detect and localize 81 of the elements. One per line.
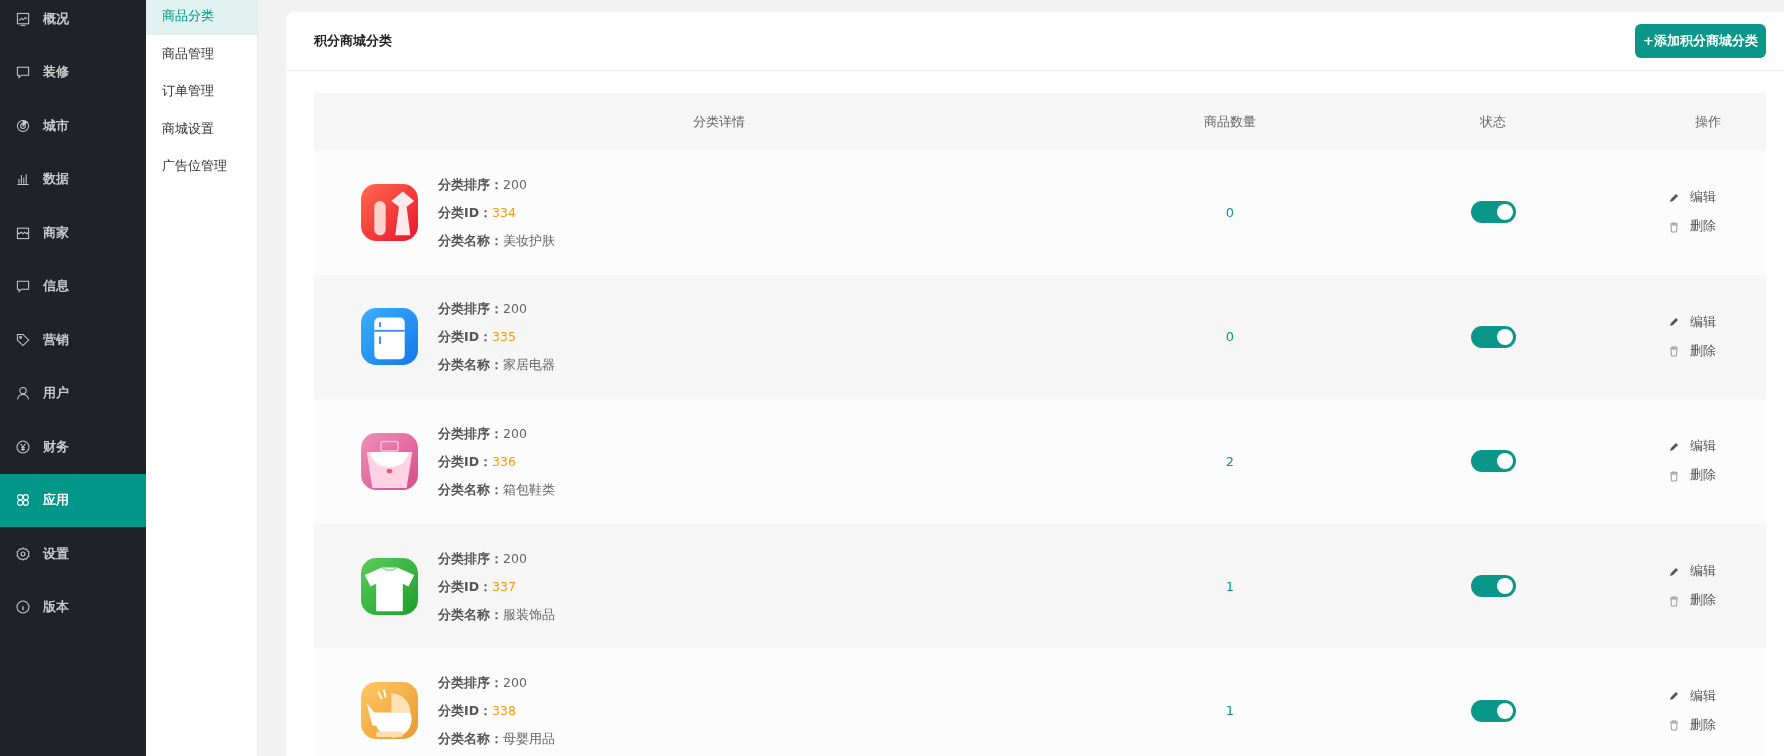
sort-order-text: 分类排序：200 (438, 549, 528, 567)
sidebar-item[interactable]: 用户 (0, 366, 146, 420)
sidebar-item[interactable]: 概况 (0, 0, 146, 46)
pencil-icon (1668, 191, 1680, 204)
pencil-icon (1668, 565, 1680, 578)
category-id-text: 分类ID：338 (438, 702, 517, 720)
category-name-text: 分类名称：服装饰品 (438, 605, 555, 623)
delete-link[interactable]: 删除 (1668, 716, 1716, 734)
sidebar-item[interactable]: 数据 (0, 152, 146, 206)
product-count: 1 (1225, 578, 1235, 594)
delete-link[interactable]: 删除 (1668, 342, 1716, 360)
product-count: 0 (1225, 329, 1235, 345)
sidebar-item[interactable]: 装修 (0, 45, 146, 99)
user-icon (15, 385, 31, 402)
column-header: 操作 (1694, 112, 1722, 131)
category-name-text: 分类名称：家居电器 (438, 356, 555, 374)
sort-order-text: 分类排序：200 (438, 175, 528, 193)
trash-icon (1668, 345, 1680, 358)
category-id-text: 分类ID：337 (438, 577, 517, 595)
edit-link[interactable]: 编辑 (1668, 313, 1716, 331)
column-header: 分类详情 (692, 112, 746, 131)
sidebar-item[interactable]: 营销 (0, 313, 146, 367)
delete-link[interactable]: 删除 (1668, 467, 1716, 485)
sort-order-text: 分类排序：200 (438, 425, 528, 442)
delete-link[interactable]: 删除 (1668, 592, 1716, 610)
settings-icon (15, 545, 31, 562)
tag-icon (15, 331, 31, 348)
sidebar-item[interactable]: 设置 (0, 527, 146, 581)
category-name-text: 分类名称：箱包鞋类 (438, 481, 555, 498)
status-toggle[interactable] (1470, 699, 1516, 722)
edit-link[interactable]: 编辑 (1668, 563, 1716, 581)
add-category-button[interactable]: +添加积分商城分类 (1635, 24, 1766, 58)
sidebar-item[interactable]: 版本 (0, 580, 146, 634)
edit-link[interactable]: 编辑 (1668, 189, 1716, 207)
submenu-item[interactable]: 商品管理 (146, 34, 257, 72)
card-title: 积分商城分类 (314, 32, 392, 50)
sidebar-item[interactable]: 信息 (0, 259, 146, 313)
edit-link[interactable]: 编辑 (1668, 687, 1716, 705)
submenu-item[interactable]: 广告位管理 (146, 147, 257, 185)
pencil-icon (1668, 316, 1680, 329)
radar-icon (15, 117, 31, 134)
handbag-icon (361, 433, 418, 490)
category-id-text: 分类ID：335 (438, 328, 517, 346)
product-count: 1 (1225, 703, 1235, 719)
column-header: 状态 (1479, 112, 1507, 131)
submenu-item[interactable]: 商城设置 (146, 109, 257, 147)
sidebar-item[interactable]: 城市 (0, 99, 146, 153)
trash-icon (1668, 470, 1680, 482)
category-id-text: 分类ID：334 (438, 203, 517, 221)
yen-icon (15, 438, 31, 455)
product-count: 0 (1225, 204, 1235, 220)
info-icon (15, 599, 31, 616)
status-toggle[interactable] (1470, 201, 1516, 224)
sidebar-item[interactable]: 财务 (0, 420, 146, 474)
trash-icon (1668, 594, 1680, 607)
apps-icon (15, 492, 31, 509)
lipstick-brush-icon (361, 183, 418, 241)
chat-bubble-icon (15, 278, 31, 295)
pencil-icon (1668, 441, 1680, 453)
sidebar-item[interactable]: 商家 (0, 206, 146, 260)
sort-order-text: 分类排序：200 (438, 300, 528, 318)
tshirt-icon (361, 557, 418, 615)
submenu-item[interactable]: 订单管理 (146, 72, 257, 110)
status-toggle[interactable] (1470, 575, 1516, 598)
bar-chart-icon (15, 171, 31, 188)
column-header: 商品数量 (1203, 112, 1257, 131)
trash-icon (1668, 220, 1680, 233)
trash-icon (1668, 719, 1680, 732)
fridge-icon (361, 308, 418, 366)
delete-link[interactable]: 删除 (1668, 218, 1716, 236)
edit-link[interactable]: 编辑 (1668, 438, 1716, 456)
status-toggle[interactable] (1470, 325, 1516, 348)
sort-order-text: 分类排序：200 (438, 674, 528, 692)
category-id-text: 分类ID：336 (438, 453, 517, 470)
status-toggle[interactable] (1470, 450, 1516, 473)
category-name-text: 分类名称：母婴用品 (438, 730, 555, 748)
chat-bubble-icon (15, 64, 31, 81)
pencil-icon (1668, 690, 1680, 703)
category-name-text: 分类名称：美妆护肤 (438, 231, 555, 249)
sidebar-item[interactable]: 应用 (0, 473, 146, 527)
product-count: 2 (1225, 454, 1235, 469)
